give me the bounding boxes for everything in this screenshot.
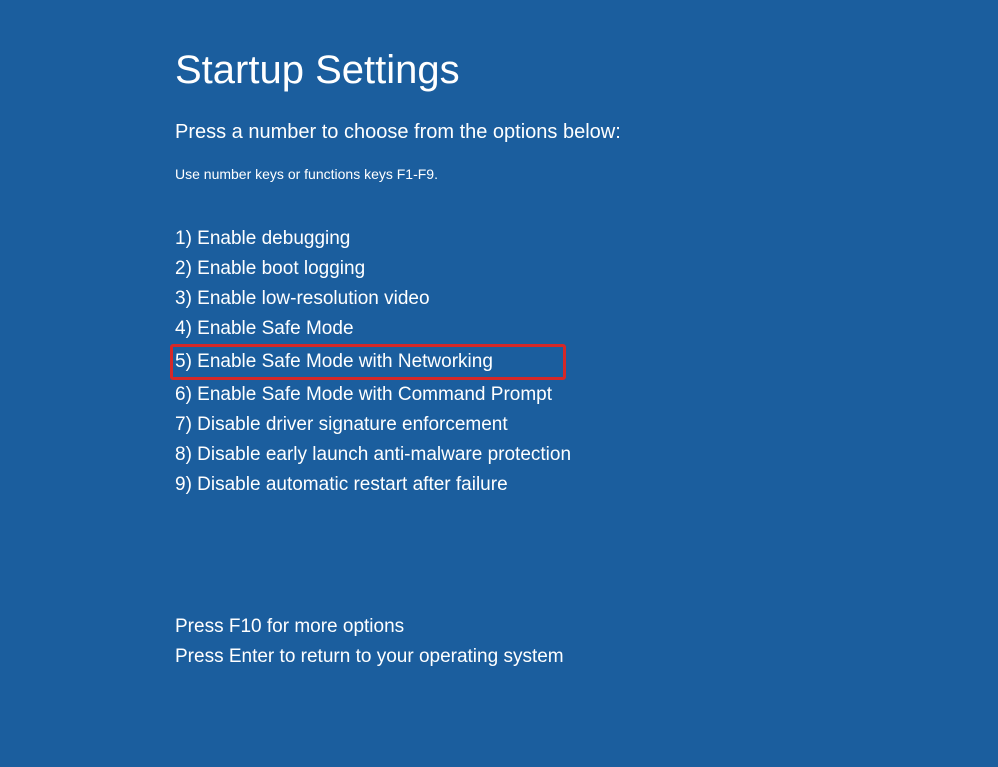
- startup-option-7[interactable]: 7) Disable driver signature enforcement: [175, 410, 508, 440]
- startup-settings-screen: Startup Settings Press a number to choos…: [0, 0, 998, 672]
- footer-return: Press Enter to return to your operating …: [175, 642, 998, 672]
- startup-option-3[interactable]: 3) Enable low-resolution video: [175, 284, 430, 314]
- startup-option-6[interactable]: 6) Enable Safe Mode with Command Prompt: [175, 380, 552, 410]
- startup-option-1[interactable]: 1) Enable debugging: [175, 224, 350, 254]
- startup-option-8[interactable]: 8) Disable early launch anti-malware pro…: [175, 440, 571, 470]
- footer-more-options: Press F10 for more options: [175, 612, 998, 642]
- instruction-subtitle: Press a number to choose from the option…: [175, 121, 998, 144]
- startup-option-2[interactable]: 2) Enable boot logging: [175, 254, 365, 284]
- page-title: Startup Settings: [175, 48, 998, 93]
- instruction-hint: Use number keys or functions keys F1-F9.: [175, 166, 998, 182]
- startup-option-4[interactable]: 4) Enable Safe Mode: [175, 314, 354, 344]
- startup-option-9[interactable]: 9) Disable automatic restart after failu…: [175, 470, 508, 500]
- footer: Press F10 for more options Press Enter t…: [175, 612, 998, 672]
- startup-option-5[interactable]: 5) Enable Safe Mode with Networking: [170, 344, 566, 380]
- options-list: 1) Enable debugging2) Enable boot loggin…: [175, 224, 998, 500]
